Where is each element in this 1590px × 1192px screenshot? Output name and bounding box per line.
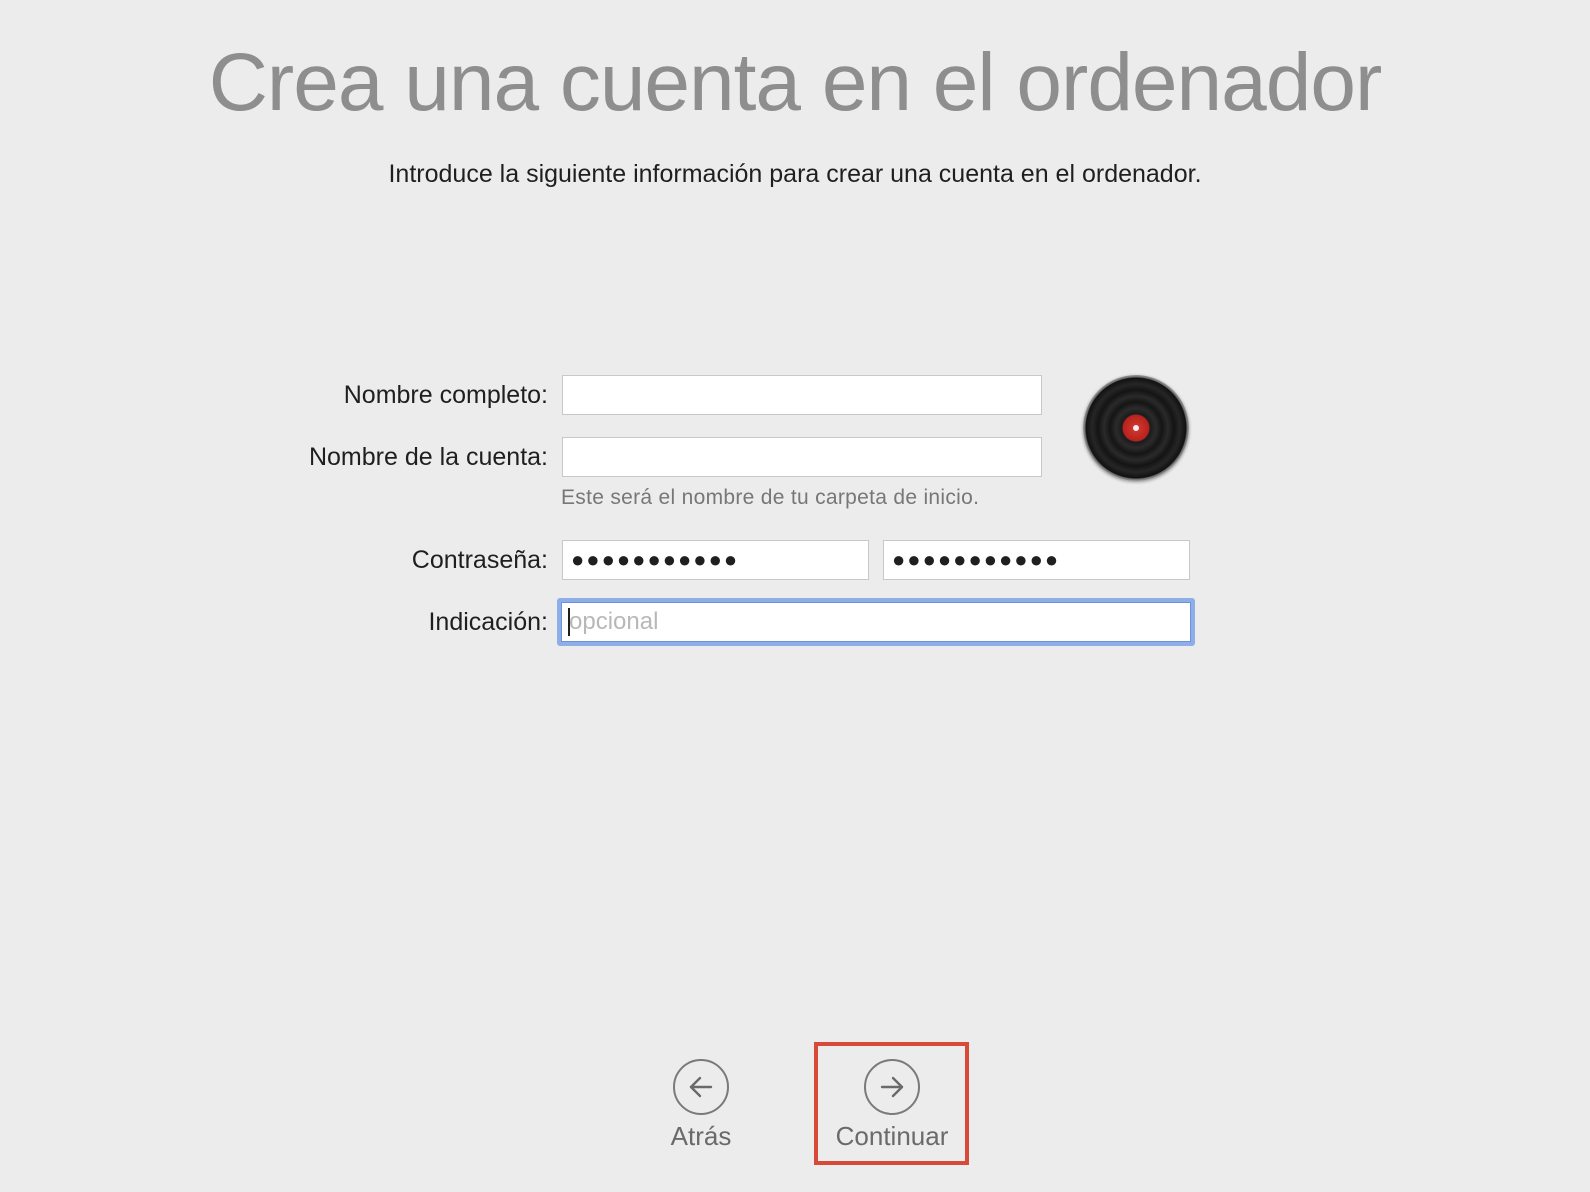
password-verify-field[interactable] [883, 540, 1190, 580]
full-name-field[interactable] [562, 375, 1042, 415]
account-name-label: Nombre de la cuenta: [308, 443, 548, 471]
page-title: Crea una cuenta en el ordenador [208, 37, 1383, 128]
account-name-field[interactable] [562, 437, 1042, 477]
password-field[interactable] [562, 540, 869, 580]
vinyl-record-icon[interactable] [1083, 375, 1189, 481]
password-label: Contraseña: [411, 546, 548, 574]
full-name-label: Nombre completo: [343, 381, 548, 409]
continue-highlight-box [814, 1042, 969, 1165]
hint-field[interactable] [557, 598, 1195, 646]
text-caret [568, 608, 570, 636]
account-name-hint: Este será el nombre de tu carpeta de ini… [561, 486, 980, 509]
arrow-left-icon [673, 1059, 729, 1115]
hint-label: Indicación: [428, 608, 548, 636]
back-label: Atrás [670, 1121, 732, 1151]
page-subtitle: Introduce la siguiente información para … [388, 160, 1202, 188]
back-button[interactable]: Atrás [651, 1059, 751, 1152]
